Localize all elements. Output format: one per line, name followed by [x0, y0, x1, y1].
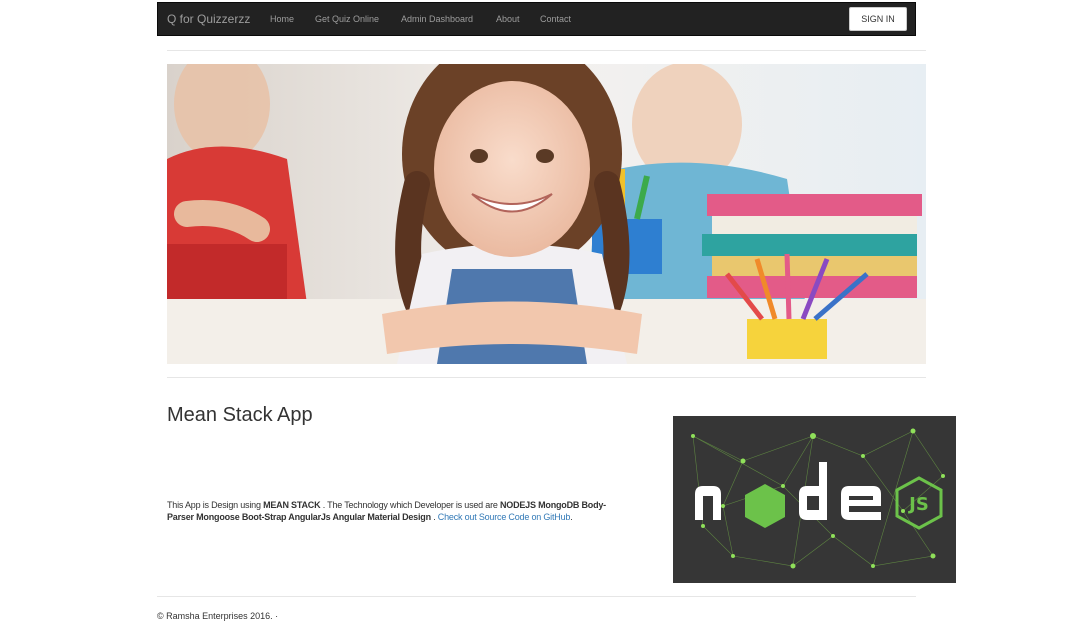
footer-copyright: © Ramsha Enterprises 2016. · — [157, 611, 279, 621]
desc-text: . The Technology which Developer is used… — [320, 500, 500, 510]
desc-text: . — [430, 512, 438, 522]
desc-bold-mean-stack: MEAN STACK — [263, 500, 321, 510]
brand-link[interactable]: Q for Quizzerzz — [167, 12, 250, 26]
sign-in-button[interactable]: SIGN IN — [849, 7, 907, 31]
divider-top — [167, 50, 926, 51]
nav-link-admin-dashboard[interactable]: Admin Dashboard — [401, 14, 473, 24]
desc-text: . — [570, 512, 573, 522]
nav-link-home[interactable]: Home — [270, 14, 294, 24]
page-title: Mean Stack App — [167, 404, 313, 426]
nodejs-logo-image: JS — [673, 416, 956, 583]
nav-link-get-quiz-online[interactable]: Get Quiz Online — [315, 14, 379, 24]
divider-middle — [167, 377, 926, 378]
hero-illustration — [167, 64, 926, 364]
navbar: Q for Quizzerzz Home Get Quiz Online Adm… — [157, 2, 916, 36]
app-description: This App is Design using MEAN STACK . Th… — [167, 499, 613, 523]
nav-link-about[interactable]: About — [496, 14, 520, 24]
desc-text: This App is Design using — [167, 500, 264, 510]
nodejs-logo-icon: JS — [673, 416, 956, 583]
hero-image — [167, 64, 926, 364]
divider-footer — [157, 596, 916, 597]
github-source-link[interactable]: Check out Source Code on GitHub — [438, 512, 571, 522]
svg-text:JS: JS — [907, 494, 929, 515]
nav-link-contact[interactable]: Contact — [540, 14, 571, 24]
